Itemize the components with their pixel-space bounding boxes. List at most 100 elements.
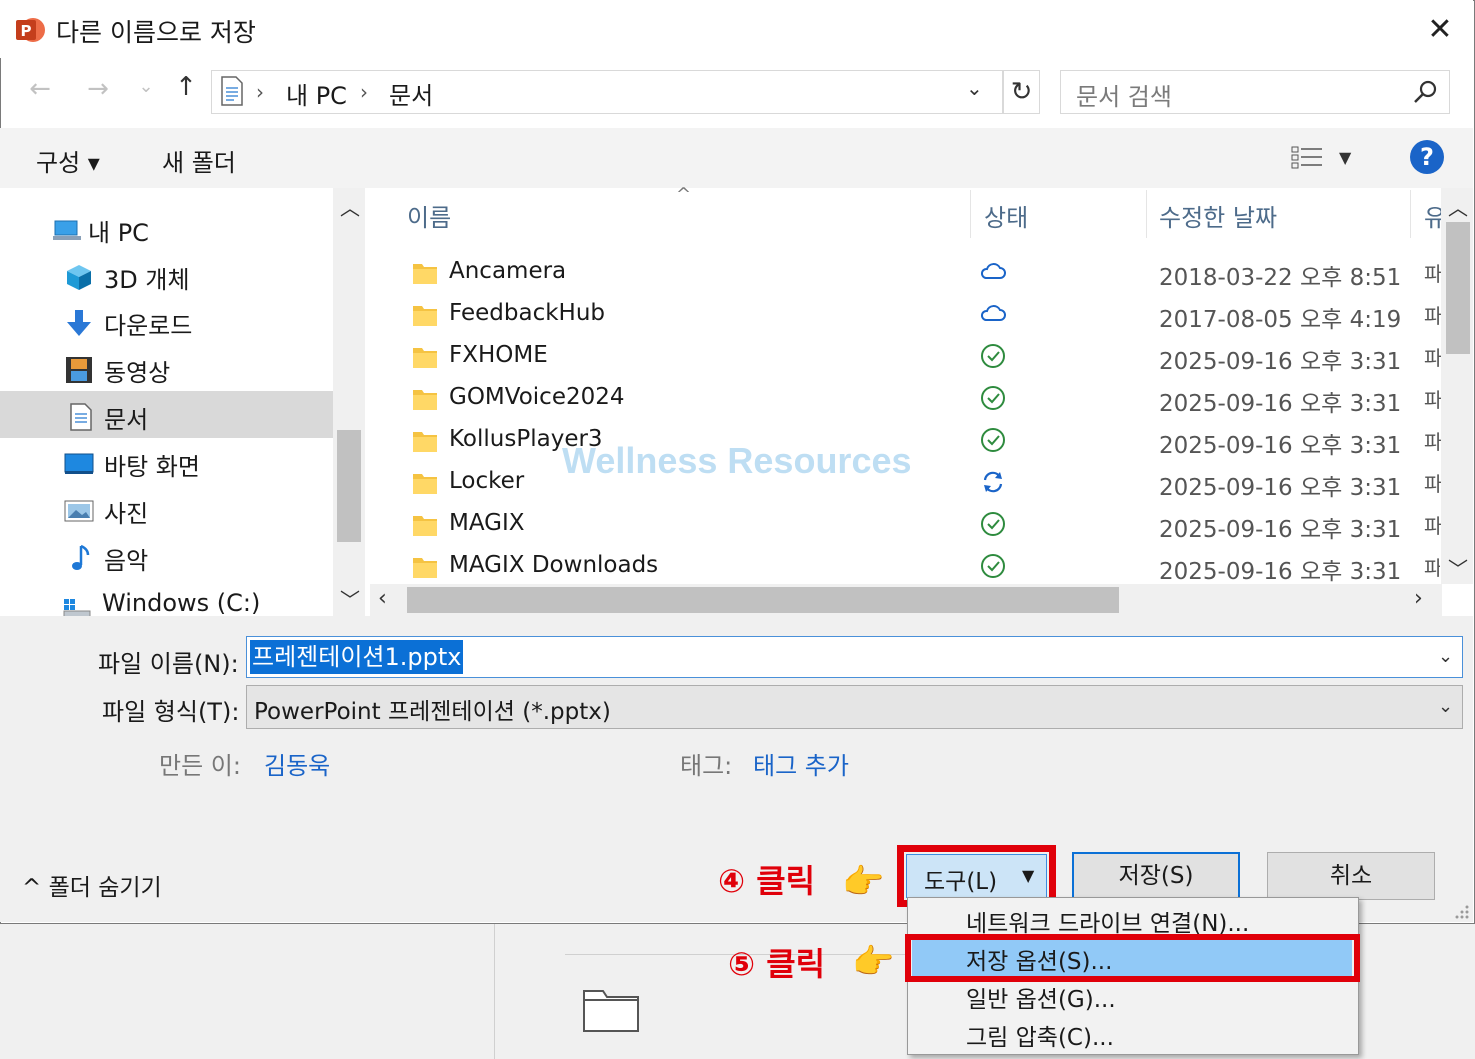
film-icon bbox=[66, 357, 92, 383]
column-divider[interactable] bbox=[970, 190, 971, 238]
chevron-down-icon[interactable]: ⌄ bbox=[966, 76, 983, 100]
document-icon bbox=[70, 403, 92, 431]
search-icon[interactable] bbox=[1410, 78, 1440, 108]
pointing-hand-icon: 👉 bbox=[842, 862, 885, 902]
nav-item-pictures[interactable]: 사진 bbox=[0, 486, 333, 532]
background-divider bbox=[494, 922, 495, 1059]
nav-item-label: 음악 bbox=[104, 547, 149, 575]
check-circle-icon bbox=[981, 428, 1005, 452]
file-type: 파 bbox=[1424, 262, 1443, 286]
file-row[interactable]: GOMVoice2024 2025-09-16 오후 3:31 파 bbox=[372, 379, 1443, 421]
help-button[interactable]: ? bbox=[1410, 140, 1444, 174]
column-divider[interactable] bbox=[1146, 190, 1147, 238]
check-circle-icon bbox=[981, 554, 1005, 578]
breadcrumb-separator-icon[interactable]: › bbox=[256, 80, 264, 104]
watermark-text: Wellness Resources bbox=[562, 440, 912, 481]
file-date: 2025-09-16 오후 3:31 bbox=[1159, 517, 1402, 543]
back-arrow-icon[interactable]: ← bbox=[22, 74, 58, 104]
file-date: 2025-09-16 오후 3:31 bbox=[1159, 349, 1402, 375]
menu-item-label: 그림 압축(C)... bbox=[966, 1025, 1114, 1051]
folder-icon bbox=[413, 264, 437, 284]
file-row[interactable]: FXHOME 2025-09-16 오후 3:31 파 bbox=[372, 337, 1443, 379]
nav-item-3d-objects[interactable]: 3D 개체 bbox=[0, 252, 333, 298]
nav-item-label: 문서 bbox=[104, 406, 149, 434]
nav-item-label: 내 PC bbox=[88, 219, 149, 247]
chevron-up-icon[interactable]: ︿ bbox=[340, 192, 360, 221]
chevron-right-icon[interactable]: › bbox=[1414, 586, 1423, 611]
file-name: MAGIX bbox=[449, 510, 525, 536]
chevron-down-icon[interactable]: ﹀ bbox=[1448, 553, 1468, 582]
nav-item-music[interactable]: 음악 bbox=[0, 533, 333, 579]
organize-button[interactable]: 구성 ▾ bbox=[36, 143, 100, 178]
menu-item-label: 네트워크 드라이브 연결(N)... bbox=[966, 911, 1250, 937]
details-view-icon[interactable] bbox=[1290, 144, 1326, 172]
breadcrumb-separator-icon[interactable]: › bbox=[360, 80, 368, 104]
file-row[interactable]: Ancamera 2018-03-22 오후 8:51 파 bbox=[372, 253, 1443, 295]
file-type: 파 bbox=[1424, 514, 1443, 538]
file-row[interactable]: MAGIX Downloads 2025-09-16 오후 3:31 파 bbox=[372, 547, 1440, 584]
column-header-status[interactable]: 상태 bbox=[984, 198, 1028, 233]
resize-grip-icon[interactable] bbox=[1450, 900, 1470, 920]
folder-icon bbox=[413, 474, 437, 494]
file-date: 2018-03-22 오후 8:51 bbox=[1159, 265, 1402, 291]
column-header-name[interactable]: 이름 bbox=[407, 198, 451, 233]
file-type: 파 bbox=[1424, 430, 1443, 454]
add-tag-link[interactable]: 태그 추가 bbox=[753, 746, 849, 781]
nav-item-label: Windows (C:) bbox=[102, 589, 261, 617]
menu-item-map-network-drive[interactable]: 네트워크 드라이브 연결(N)... bbox=[908, 900, 1358, 938]
nav-item-label: 사진 bbox=[104, 500, 149, 528]
nav-item-downloads[interactable]: 다운로드 bbox=[0, 298, 333, 344]
file-type: 파 bbox=[1424, 304, 1443, 328]
sync-icon bbox=[983, 471, 1003, 493]
chevron-down-icon[interactable]: ⌄ bbox=[1438, 646, 1453, 667]
file-name: FeedbackHub bbox=[449, 300, 606, 326]
filetype-label: 파일 형식(T): bbox=[102, 698, 240, 726]
save-button[interactable]: 저장(S) bbox=[1072, 852, 1240, 900]
chevron-down-icon[interactable]: ⌄ bbox=[1438, 696, 1453, 717]
breadcrumb-item-my-pc[interactable]: 내 PC bbox=[286, 76, 347, 111]
up-arrow-icon[interactable]: ↑ bbox=[168, 72, 204, 102]
folder-icon bbox=[413, 390, 437, 410]
file-row[interactable]: MAGIX 2025-09-16 오후 3:31 파 bbox=[372, 505, 1443, 547]
search-placeholder[interactable]: 문서 검색 bbox=[1076, 77, 1172, 112]
column-divider[interactable] bbox=[1410, 190, 1411, 238]
breadcrumb-item-documents[interactable]: 문서 bbox=[389, 76, 433, 111]
cube-3d-icon bbox=[67, 265, 91, 290]
recent-locations-chevron-icon[interactable]: ⌄ bbox=[134, 76, 158, 97]
column-header-date-modified[interactable]: 수정한 날짜 bbox=[1159, 198, 1277, 233]
file-type: 파 bbox=[1424, 472, 1443, 496]
computer-icon bbox=[53, 220, 81, 240]
vertical-scrollbar-thumb[interactable] bbox=[1446, 222, 1470, 354]
forward-arrow-icon[interactable]: → bbox=[80, 74, 116, 104]
hide-folders-button[interactable]: ^ 폴더 숨기기 bbox=[22, 868, 162, 902]
file-type: 파 bbox=[1424, 346, 1443, 370]
step-5-annotation: ⑤ 클릭 bbox=[728, 945, 826, 983]
close-button[interactable]: ✕ bbox=[1418, 10, 1462, 50]
cancel-button[interactable]: 취소 bbox=[1267, 852, 1435, 900]
file-name: FXHOME bbox=[449, 342, 548, 368]
file-row[interactable]: FeedbackHub 2017-08-05 오후 4:19 파 bbox=[372, 295, 1443, 337]
file-type: 파 bbox=[1424, 388, 1443, 412]
nav-item-label: 다운로드 bbox=[104, 312, 193, 340]
nav-item-videos[interactable]: 동영상 bbox=[0, 345, 333, 391]
chevron-down-icon[interactable]: ﹀ bbox=[340, 584, 360, 613]
chevron-left-icon[interactable]: ‹ bbox=[378, 586, 387, 611]
view-dropdown-caret-icon[interactable]: ▼ bbox=[1339, 148, 1351, 167]
menu-item-compress-pictures[interactable]: 그림 압축(C)... bbox=[908, 1014, 1358, 1052]
nav-scrollbar-thumb[interactable] bbox=[337, 430, 361, 542]
refresh-icon[interactable]: ↻ bbox=[1003, 70, 1040, 114]
author-label: 만든 이: bbox=[159, 752, 241, 780]
new-folder-button[interactable]: 새 폴더 bbox=[162, 143, 236, 178]
nav-item-my-pc[interactable]: 내 PC bbox=[0, 205, 333, 251]
chevron-up-icon[interactable]: ︿ bbox=[1448, 192, 1468, 221]
filename-value[interactable]: 프레젠테이션1.pptx bbox=[250, 640, 464, 674]
nav-item-documents[interactable]: 문서 bbox=[0, 392, 333, 438]
nav-item-desktop[interactable]: 바탕 화면 bbox=[0, 439, 333, 485]
author-link[interactable]: 김동욱 bbox=[264, 746, 330, 781]
horizontal-scrollbar-thumb[interactable] bbox=[407, 587, 1119, 613]
nav-item-label: 3D 개체 bbox=[104, 266, 190, 294]
nav-scrollbar[interactable] bbox=[333, 188, 365, 616]
file-date: 2017-08-05 오후 4:19 bbox=[1159, 307, 1402, 333]
background-folder-icon bbox=[583, 990, 639, 1032]
filetype-value[interactable]: PowerPoint 프레젠테이션 (*.pptx) bbox=[254, 692, 611, 726]
